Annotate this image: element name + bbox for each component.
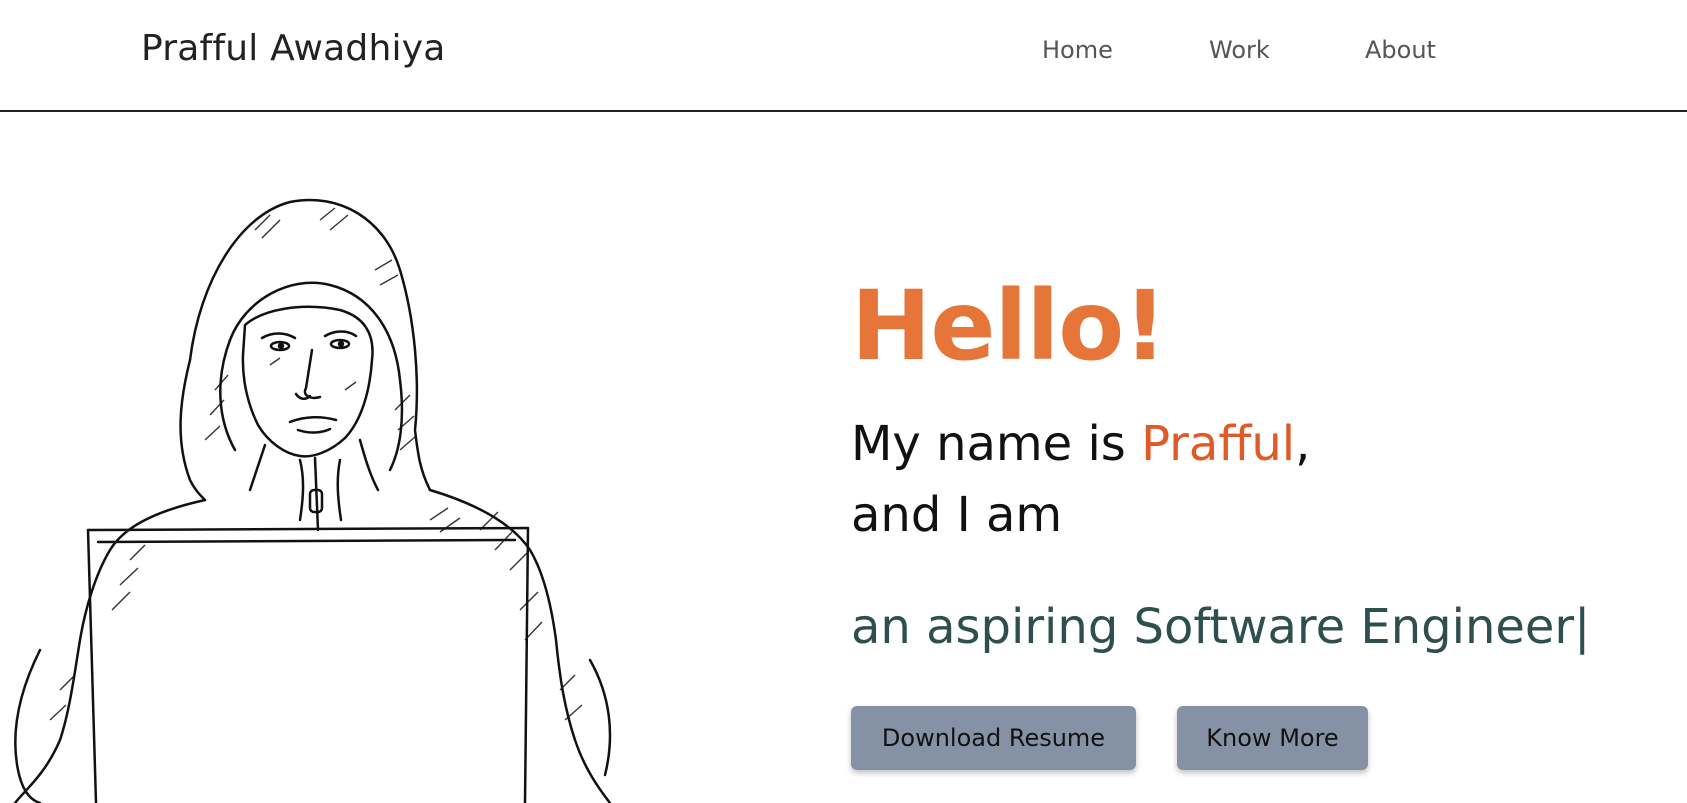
hero-intro-line: My name is Prafful, [851, 418, 1310, 471]
intro-prefix: My name is [851, 416, 1142, 472]
intro-name: Prafful [1141, 416, 1296, 472]
typed-role-text: an aspiring Software Engineer| [851, 601, 1590, 654]
hooded-person-laptop-illustration [13, 198, 612, 803]
download-resume-button[interactable]: Download Resume [851, 706, 1136, 770]
navbar: Prafful Awadhiya Home Work About [0, 0, 1687, 112]
nav-link-about[interactable]: About [1365, 36, 1436, 64]
nav-link-work[interactable]: Work [1209, 36, 1270, 64]
intro-suffix: , [1295, 416, 1311, 472]
hero-greeting: Hello! [851, 270, 1167, 382]
hero-intro-line-2: and I am [851, 487, 1063, 543]
brand-logo-text[interactable]: Prafful Awadhiya [141, 28, 445, 69]
typing-caret: | [1574, 599, 1591, 655]
nav-link-home[interactable]: Home [1042, 36, 1113, 64]
typed-text: an aspiring Software Engineer [851, 599, 1575, 655]
know-more-button[interactable]: Know More [1177, 706, 1368, 770]
hero-illustration [0, 190, 680, 803]
